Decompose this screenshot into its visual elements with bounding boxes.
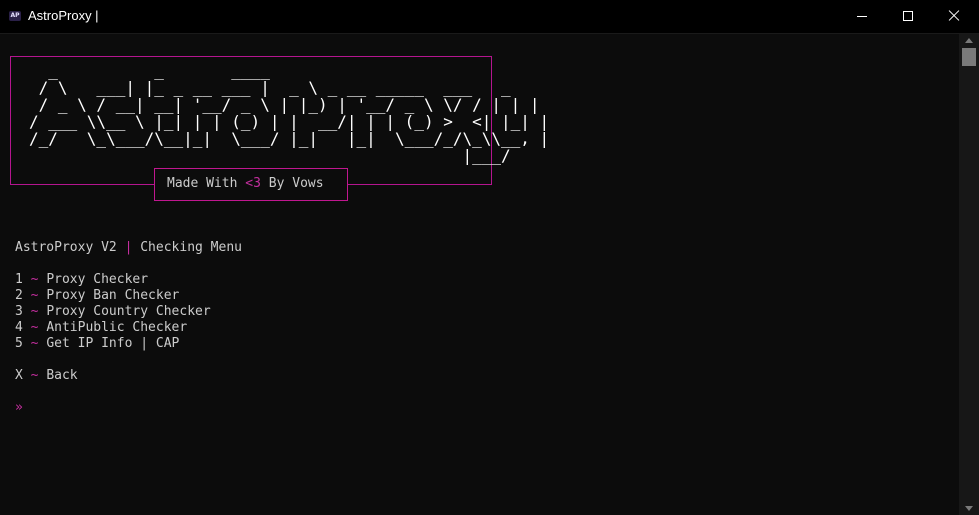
- menu-app-name: AstroProxy V2: [15, 240, 125, 255]
- back-key: X: [15, 368, 23, 383]
- credit-prefix: Made With: [167, 176, 246, 191]
- menu-item-label: Get IP Info | CAP: [46, 336, 180, 351]
- menu-item-key: 4: [15, 320, 23, 335]
- menu-item[interactable]: 4 ~ AntiPublic Checker: [15, 320, 187, 336]
- maximize-button[interactable]: [885, 0, 931, 33]
- input-prompt[interactable]: »: [15, 400, 23, 416]
- ascii-logo: _ _ ____ / \ ___| |_ _ __ ___ | _ \ _ __…: [29, 61, 550, 165]
- menu-item[interactable]: 3 ~ Proxy Country Checker: [15, 304, 211, 320]
- menu-item[interactable]: 1 ~ Proxy Checker: [15, 272, 148, 288]
- menu-item-key: 5: [15, 336, 23, 351]
- scroll-up-arrow-icon[interactable]: [965, 38, 973, 43]
- menu-header: AstroProxy V2 | Checking Menu: [15, 240, 242, 256]
- menu-item-key: 1: [15, 272, 23, 287]
- vertical-scrollbar[interactable]: [959, 34, 979, 515]
- menu-item-separator: ~: [30, 336, 39, 351]
- menu-item-label: Proxy Country Checker: [46, 304, 211, 319]
- menu-item-label: AntiPublic Checker: [46, 320, 188, 335]
- menu-title: Checking Menu: [132, 240, 242, 255]
- app-icon: AP: [9, 11, 21, 21]
- back-item[interactable]: X ~ Back: [15, 368, 78, 384]
- menu-item-label: Proxy Ban Checker: [46, 288, 180, 303]
- menu-item-key: 3: [15, 304, 23, 319]
- menu-item[interactable]: 2 ~ Proxy Ban Checker: [15, 288, 179, 304]
- minimize-button[interactable]: [839, 0, 885, 33]
- menu-item-separator: ~: [30, 320, 39, 335]
- back-label: Back: [46, 368, 78, 383]
- credit-suffix: By Vows: [260, 176, 324, 191]
- menu-item-separator: ~: [30, 304, 39, 319]
- menu-item[interactable]: 5 ~ Get IP Info | CAP: [15, 336, 179, 352]
- heart-text: <3: [245, 176, 261, 191]
- credit-line: Made With <3 By Vows: [167, 176, 324, 192]
- scroll-down-arrow-icon[interactable]: [965, 506, 973, 511]
- scroll-thumb[interactable]: [962, 48, 976, 66]
- menu-item-key: 2: [15, 288, 23, 303]
- close-button[interactable]: [931, 0, 977, 33]
- back-separator: ~: [30, 368, 39, 383]
- title-bar: AP AstroProxy |: [0, 0, 979, 34]
- menu-item-separator: ~: [30, 288, 39, 303]
- menu-item-separator: ~: [30, 272, 39, 287]
- window-title: AstroProxy |: [28, 8, 99, 23]
- menu-item-label: Proxy Checker: [46, 272, 149, 287]
